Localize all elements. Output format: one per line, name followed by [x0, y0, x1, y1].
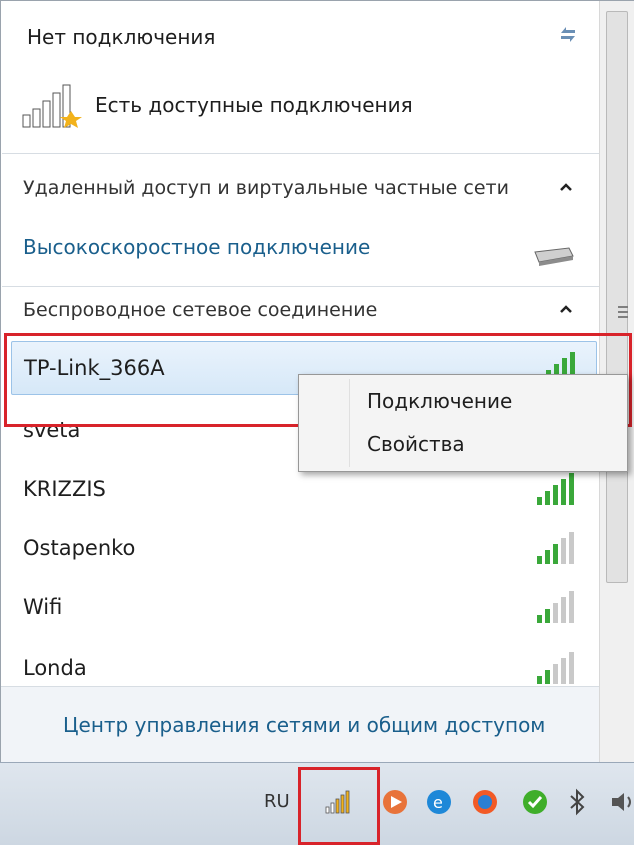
browser-icon[interactable]: [468, 785, 502, 819]
signal-bar: [553, 664, 558, 684]
connection-status-title: Нет подключения: [27, 25, 216, 49]
signal-bar: [569, 652, 574, 684]
signal-bar: [537, 676, 542, 684]
signal-bar: [561, 479, 566, 505]
network-item-ostapenko[interactable]: Ostapenko: [11, 522, 597, 576]
network-name: Ostapenko: [23, 536, 136, 560]
grip-line: [618, 311, 628, 313]
signal-strength-icon: [537, 652, 574, 684]
network-name: Londa: [23, 656, 87, 680]
available-connections-text: Есть доступные подключения: [95, 93, 413, 117]
signal-bar: [545, 491, 550, 505]
signal-bar: [537, 556, 542, 564]
signal-bar: [553, 544, 558, 564]
context-menu: Подключение Свойства: [298, 374, 628, 472]
menu-item-label: Свойства: [367, 432, 465, 456]
media-icon[interactable]: [378, 785, 412, 819]
network-name: Wifi: [23, 595, 63, 619]
svg-text:e: e: [433, 793, 443, 812]
chevron-up-icon[interactable]: [559, 304, 573, 314]
divider: [2, 286, 600, 287]
grip-line: [618, 316, 628, 318]
menu-item-connect[interactable]: Подключение: [303, 381, 621, 421]
internet-explorer-icon[interactable]: e: [422, 785, 456, 819]
section-header-remote-access[interactable]: Удаленный доступ и виртуальные частные с…: [23, 177, 509, 199]
signal-bar: [537, 615, 542, 623]
signal-bar: [545, 550, 550, 564]
scrollbar-thumb[interactable]: [606, 11, 628, 583]
menu-item-properties[interactable]: Свойства: [303, 424, 621, 464]
language-indicator[interactable]: RU: [264, 791, 290, 812]
section-header-wireless[interactable]: Беспроводное сетевое соединение: [23, 299, 377, 321]
security-check-icon[interactable]: [518, 785, 552, 819]
signal-strength-icon: [537, 591, 574, 623]
signal-bar: [561, 538, 566, 564]
signal-bar: [569, 473, 574, 505]
signal-bar: [569, 591, 574, 623]
signal-bar: [553, 603, 558, 623]
refresh-icon[interactable]: [553, 19, 583, 49]
tray-network-highlight: [298, 767, 380, 845]
speaker-icon[interactable]: [606, 785, 634, 819]
divider: [2, 153, 600, 154]
signal-strength-icon: [537, 473, 574, 505]
signal-bar: [537, 497, 542, 505]
chevron-up-icon[interactable]: [559, 182, 573, 192]
signal-bar: [561, 597, 566, 623]
taskbar: RU e: [0, 762, 634, 845]
signal-bar: [545, 609, 550, 623]
grip-line: [618, 306, 628, 308]
bluetooth-icon[interactable]: [560, 785, 594, 819]
signal-bar: [545, 670, 550, 684]
signal-bar: [553, 485, 558, 505]
signal-bar: [561, 658, 566, 684]
network-center-link[interactable]: Центр управления сетями и общим доступом: [63, 713, 545, 737]
network-name: KRIZZIS: [23, 477, 106, 501]
dialup-connection-link[interactable]: Высокоскоростное подключение: [23, 235, 370, 259]
signal-bar: [569, 532, 574, 564]
wireless-available-icon: [22, 84, 82, 128]
modem-icon: [534, 247, 574, 266]
footer: Центр управления сетями и общим доступом: [1, 686, 599, 763]
signal-strength-icon: [537, 532, 574, 564]
menu-item-label: Подключение: [367, 389, 513, 413]
network-item-wifi[interactable]: Wifi: [11, 581, 597, 635]
